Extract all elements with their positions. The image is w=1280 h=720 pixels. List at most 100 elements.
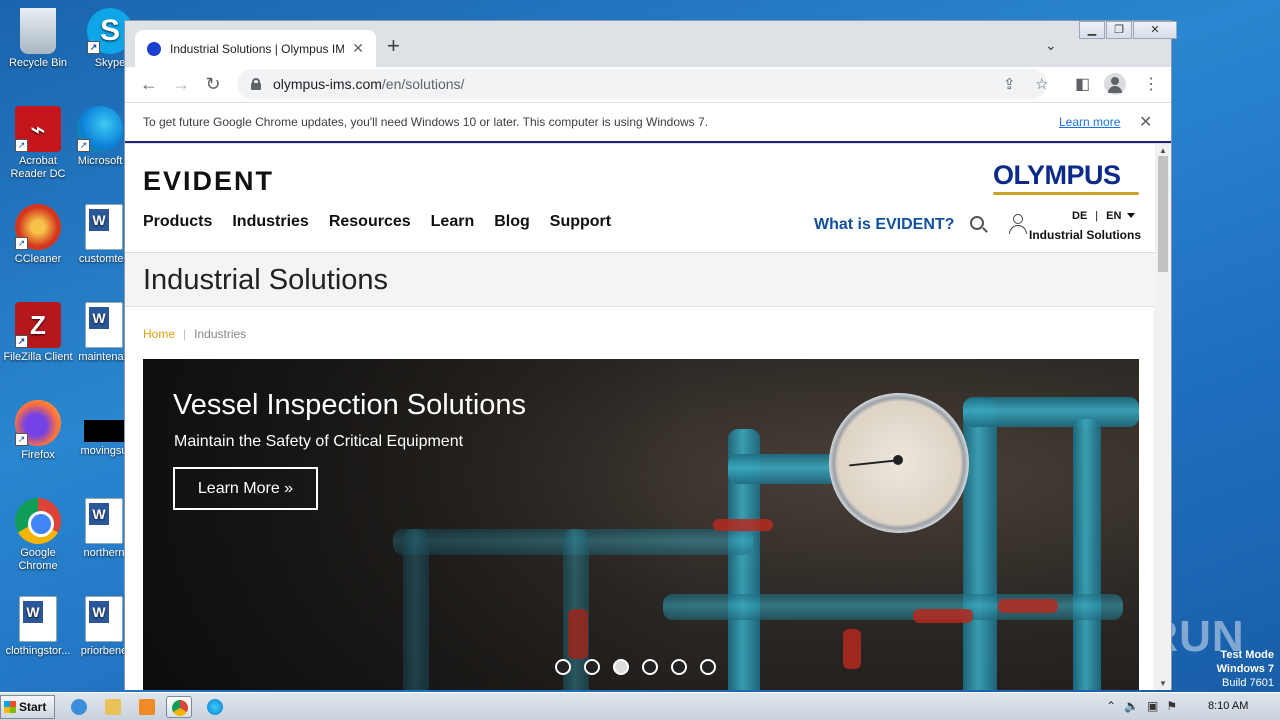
- side-panel-icon[interactable]: ◧: [1075, 74, 1090, 94]
- back-arrow-icon[interactable]: ←: [137, 73, 161, 95]
- desktop-icon-recycle-bin[interactable]: Recycle Bin: [0, 8, 76, 70]
- taskbar-edge[interactable]: [202, 696, 228, 718]
- action-center-flag-icon[interactable]: ⚑: [1166, 699, 1177, 713]
- page-title: Industrial Solutions: [143, 264, 389, 296]
- nav-support[interactable]: Support: [550, 213, 611, 231]
- chrome-window: Industrial Solutions | Olympus IMS ✕ + ⌄…: [124, 20, 1177, 690]
- carousel-dot-3[interactable]: [613, 659, 629, 675]
- language-switcher[interactable]: DE | EN: [1072, 210, 1136, 222]
- taskbar-clock[interactable]: 8:10 AM: [1208, 700, 1248, 712]
- minimize-button[interactable]: ▁: [1079, 21, 1105, 39]
- filezilla-icon: Z ↗: [15, 302, 61, 348]
- carousel-dots: [555, 659, 716, 675]
- address-bar[interactable]: olympus-ims.com/en/solutions/: [237, 69, 1047, 99]
- chrome-icon: [172, 700, 188, 716]
- tab-search-chevron-icon[interactable]: ⌄: [1045, 37, 1057, 54]
- desktop-icon-clothingstor[interactable]: clothingstor...: [0, 596, 76, 658]
- start-button[interactable]: Start: [0, 695, 55, 719]
- learn-more-link[interactable]: Learn more: [1059, 115, 1120, 129]
- toolbar: ← → ↻ olympus-ims.com/en/solutions/ ⇪ ☆ …: [125, 67, 1171, 102]
- tab-industrial-solutions[interactable]: Industrial Solutions | Olympus IMS ✕: [135, 30, 376, 67]
- word-document-icon: [85, 302, 123, 348]
- infobar-close-icon[interactable]: ✕: [1139, 112, 1152, 132]
- lock-icon[interactable]: [251, 78, 261, 90]
- vertical-scrollbar[interactable]: ▲ ▼: [1155, 144, 1171, 690]
- evident-logo[interactable]: EVIDENT: [143, 166, 274, 197]
- restore-button[interactable]: ❐: [1106, 21, 1132, 39]
- word-document-icon: [85, 596, 123, 642]
- new-tab-button[interactable]: +: [387, 35, 400, 57]
- nav-products[interactable]: Products: [143, 213, 212, 231]
- subsite-label: Industrial Solutions: [1029, 228, 1142, 242]
- taskbar-ie[interactable]: [66, 696, 92, 718]
- carousel-dot-5[interactable]: [671, 659, 687, 675]
- nav-blog[interactable]: Blog: [494, 213, 530, 231]
- word-document-icon: [85, 204, 123, 250]
- infobar-message: To get future Google Chrome updates, you…: [143, 115, 709, 129]
- hero-subtitle: Maintain the Safety of Critical Equipmen…: [174, 433, 464, 450]
- url-path: /en/solutions/: [381, 76, 465, 92]
- taskbar-explorer[interactable]: [100, 696, 126, 718]
- search-icon[interactable]: [970, 216, 984, 230]
- hero-pipe: [1073, 419, 1101, 690]
- learn-more-button[interactable]: Learn More »: [173, 467, 318, 510]
- breadcrumb-current: Industries: [194, 327, 247, 341]
- nav-learn[interactable]: Learn: [431, 213, 475, 231]
- menu-kebab-icon[interactable]: ⋮: [1143, 74, 1159, 94]
- caret-down-icon[interactable]: [1127, 213, 1136, 218]
- carousel-dot-1[interactable]: [555, 659, 571, 675]
- firefox-icon: ↗: [15, 400, 61, 446]
- breadcrumb-home[interactable]: Home: [143, 327, 175, 341]
- hero-valve: [913, 609, 973, 623]
- profile-avatar-icon[interactable]: [1104, 73, 1126, 95]
- page-title-bar: Industrial Solutions: [125, 253, 1155, 307]
- tray-expand-icon[interactable]: ⌃: [1106, 699, 1116, 713]
- lang-de[interactable]: DE: [1072, 210, 1087, 222]
- forward-arrow-icon[interactable]: →: [169, 73, 193, 95]
- hero-valve: [998, 599, 1058, 613]
- edge-icon: ↗: [77, 106, 123, 152]
- taskbar-chrome[interactable]: [166, 696, 192, 718]
- recycle-bin-icon: [20, 8, 56, 54]
- lang-en[interactable]: EN: [1106, 210, 1121, 222]
- bookmark-star-icon[interactable]: ☆: [1035, 75, 1048, 93]
- tab-close-icon[interactable]: ✕: [352, 40, 364, 57]
- hero-valve: [843, 629, 861, 669]
- desktop-icon-filezilla[interactable]: Z ↗ FileZilla Client: [0, 302, 76, 364]
- nav-industries[interactable]: Industries: [232, 213, 308, 231]
- scroll-down-arrow-icon[interactable]: ▼: [1159, 679, 1167, 688]
- volume-icon[interactable]: 🔈: [1124, 699, 1139, 713]
- share-icon[interactable]: ⇪: [1003, 75, 1016, 93]
- pressure-gauge-image: [829, 393, 969, 533]
- page-viewport: EVIDENT OLYMPUS Products Industries Reso…: [125, 144, 1155, 690]
- reload-icon[interactable]: ↻: [201, 73, 225, 95]
- carousel-dot-4[interactable]: [642, 659, 658, 675]
- olympus-swoosh: [993, 192, 1139, 195]
- user-account-icon[interactable]: [1009, 214, 1027, 234]
- edge-icon: [207, 699, 223, 715]
- what-is-evident-link[interactable]: What is EVIDENT?: [814, 216, 954, 234]
- scroll-up-arrow-icon[interactable]: ▲: [1159, 146, 1167, 155]
- desktop-icon-ccleaner[interactable]: ↗ CCleaner: [0, 204, 76, 266]
- olympus-logo[interactable]: OLYMPUS: [993, 160, 1139, 195]
- scrollbar-thumb[interactable]: [1158, 156, 1168, 272]
- hero-carousel[interactable]: Vessel Inspection Solutions Maintain the…: [143, 359, 1139, 690]
- close-window-button[interactable]: ✕: [1133, 21, 1177, 39]
- url-host: olympus-ims.com: [273, 76, 382, 92]
- breadcrumb: Home | Industries: [143, 327, 247, 341]
- network-icon[interactable]: ▣: [1147, 699, 1158, 713]
- taskbar-media-player[interactable]: [134, 696, 160, 718]
- window-controls: ▁ ❐ ✕: [1078, 21, 1177, 39]
- carousel-dot-6[interactable]: [700, 659, 716, 675]
- acrobat-icon: ⌁ ↗: [15, 106, 61, 152]
- gauge-hub: [893, 455, 903, 465]
- desktop-icon-firefox[interactable]: ↗ Firefox: [0, 400, 76, 462]
- taskbar: Start ⌃ 🔈 ▣ ⚑ 8:10 AM: [0, 692, 1280, 720]
- desktop-icon-google-chrome[interactable]: Google Chrome: [0, 498, 76, 573]
- hero-pipe: [963, 397, 1139, 427]
- update-infobar: To get future Google Chrome updates, you…: [125, 102, 1171, 143]
- carousel-dot-2[interactable]: [584, 659, 600, 675]
- tab-strip: Industrial Solutions | Olympus IMS ✕ + ⌄…: [125, 21, 1177, 67]
- nav-resources[interactable]: Resources: [329, 213, 411, 231]
- file-icon: [84, 420, 124, 442]
